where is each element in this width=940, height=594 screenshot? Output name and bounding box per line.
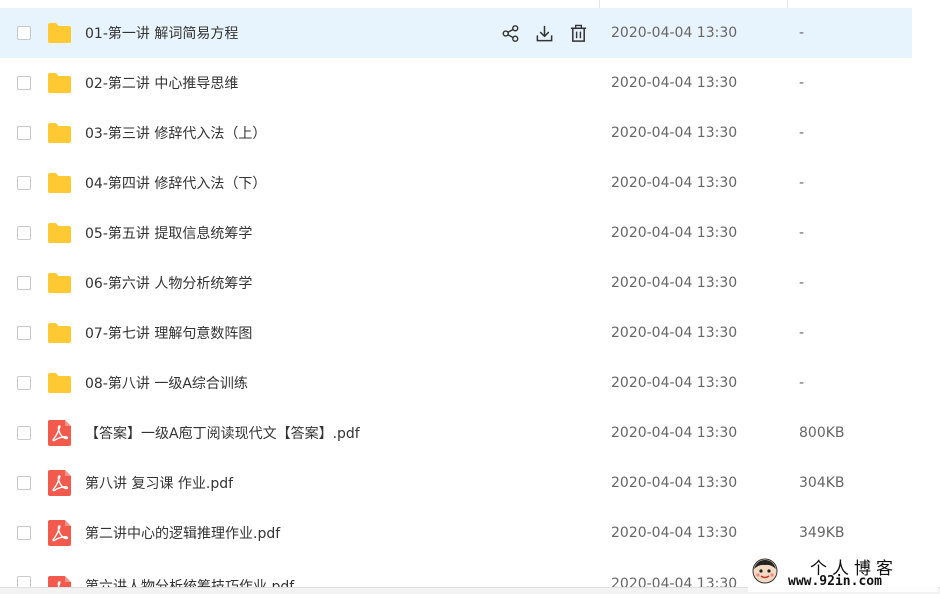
delete-icon [570,24,586,42]
download-button[interactable] [534,23,554,43]
row-checkbox[interactable] [17,226,31,240]
folder-row[interactable]: 08-第八讲 一级A综合训练 2020-04-04 13:30 - [0,358,912,408]
row-checkbox[interactable] [17,276,31,290]
file-size: 304KB [799,475,845,491]
folder-row[interactable]: 04-第四讲 修辞代入法（下） 2020-04-04 13:30 - [0,158,912,208]
file-size: - [799,125,805,141]
file-name[interactable]: 第八讲 复习课 作业.pdf [85,473,233,493]
file-row[interactable]: 第八讲 复习课 作业.pdf 2020-04-04 13:30 304KB [0,458,912,508]
file-name[interactable]: 08-第八讲 一级A综合训练 [85,373,248,393]
modified-date: 2020-04-04 13:30 [611,525,738,541]
file-size: - [799,75,805,91]
file-size: - [799,325,805,341]
folder-row[interactable]: 06-第六讲 人物分析统筹学 2020-04-04 13:30 - [0,258,912,308]
modified-date: 2020-04-04 13:30 [611,25,738,41]
modified-date: 2020-04-04 13:30 [611,275,738,291]
row-checkbox[interactable] [17,176,31,190]
modified-date: 2020-04-04 13:30 [611,75,738,91]
watermark: 个人博客 www.92in.com [748,552,938,592]
modified-date: 2020-04-04 13:30 [611,225,738,241]
file-size: 349KB [799,525,845,541]
file-name[interactable]: 06-第六讲 人物分析统筹学 [85,273,252,293]
row-checkbox[interactable] [17,126,31,140]
file-row[interactable]: 第二讲中心的逻辑推理作业.pdf 2020-04-04 13:30 349KB [0,508,912,558]
row-checkbox[interactable] [17,526,31,540]
file-size: - [799,225,805,241]
file-name[interactable]: 01-第一讲 解词简易方程 [85,23,238,43]
share-icon [502,24,518,42]
folder-icon [47,272,72,294]
watermark-url: www.92in.com [788,574,882,589]
file-size: 800KB [799,425,845,441]
share-button[interactable] [500,23,520,43]
delete-button[interactable] [568,23,588,43]
folder-icon [47,322,72,344]
pdf-file-icon [47,520,72,546]
modified-date: 2020-04-04 13:30 [611,325,738,341]
folder-icon [47,72,72,94]
row-checkbox[interactable] [17,326,31,340]
pdf-file-icon [47,420,72,446]
folder-icon [47,172,72,194]
folder-icon [47,22,72,44]
modified-date: 2020-04-04 13:30 [611,475,738,491]
pdf-file-icon [47,470,72,496]
download-icon [536,25,552,41]
file-size: - [799,175,805,191]
file-name[interactable]: 07-第七讲 理解句意数阵图 [85,323,252,343]
row-checkbox[interactable] [17,26,31,40]
row-checkbox[interactable] [17,76,31,90]
folder-icon [47,222,72,244]
modified-date: 2020-04-04 13:30 [611,375,738,391]
file-browser: 01-第一讲 解词简易方程 2020-04-04 13:30-02-第二讲 中心推… [0,0,940,594]
folder-row[interactable]: 07-第七讲 理解句意数阵图 2020-04-04 13:30 - [0,308,912,358]
file-size: - [799,275,805,291]
modified-date: 2020-04-04 13:30 [611,425,738,441]
folder-icon [47,372,72,394]
file-name[interactable]: 02-第二讲 中心推导思维 [85,73,238,93]
folder-row[interactable]: 02-第二讲 中心推导思维 2020-04-04 13:30 - [0,58,912,108]
folder-row[interactable]: 01-第一讲 解词简易方程 2020-04-04 13:30 - [0,8,912,58]
file-name[interactable]: 03-第三讲 修辞代入法（上） [85,123,266,143]
file-name[interactable]: 【答案】一级A庖丁阅读现代文【答案】.pdf [85,423,360,443]
file-name[interactable]: 第二讲中心的逻辑推理作业.pdf [85,523,280,543]
file-name[interactable]: 04-第四讲 修辞代入法（下） [85,173,266,193]
file-row[interactable]: 【答案】一级A庖丁阅读现代文【答案】.pdf 2020-04-04 13:30 80… [0,408,912,458]
modified-date: 2020-04-04 13:30 [611,125,738,141]
row-checkbox[interactable] [17,476,31,490]
row-checkbox[interactable] [17,426,31,440]
file-list: 01-第一讲 解词简易方程 2020-04-04 13:30-02-第二讲 中心推… [0,0,912,588]
file-size: - [799,25,805,41]
folder-icon [47,122,72,144]
file-size: - [799,375,805,391]
folder-row[interactable]: 03-第三讲 修辞代入法（上） 2020-04-04 13:30 - [0,108,912,158]
modified-date: 2020-04-04 13:30 [611,175,738,191]
file-name[interactable]: 05-第五讲 提取信息统筹学 [85,223,252,243]
row-checkbox[interactable] [17,376,31,390]
row-actions [500,23,588,43]
avatar-icon [752,558,778,584]
folder-row[interactable]: 05-第五讲 提取信息统筹学 2020-04-04 13:30 - [0,208,912,258]
